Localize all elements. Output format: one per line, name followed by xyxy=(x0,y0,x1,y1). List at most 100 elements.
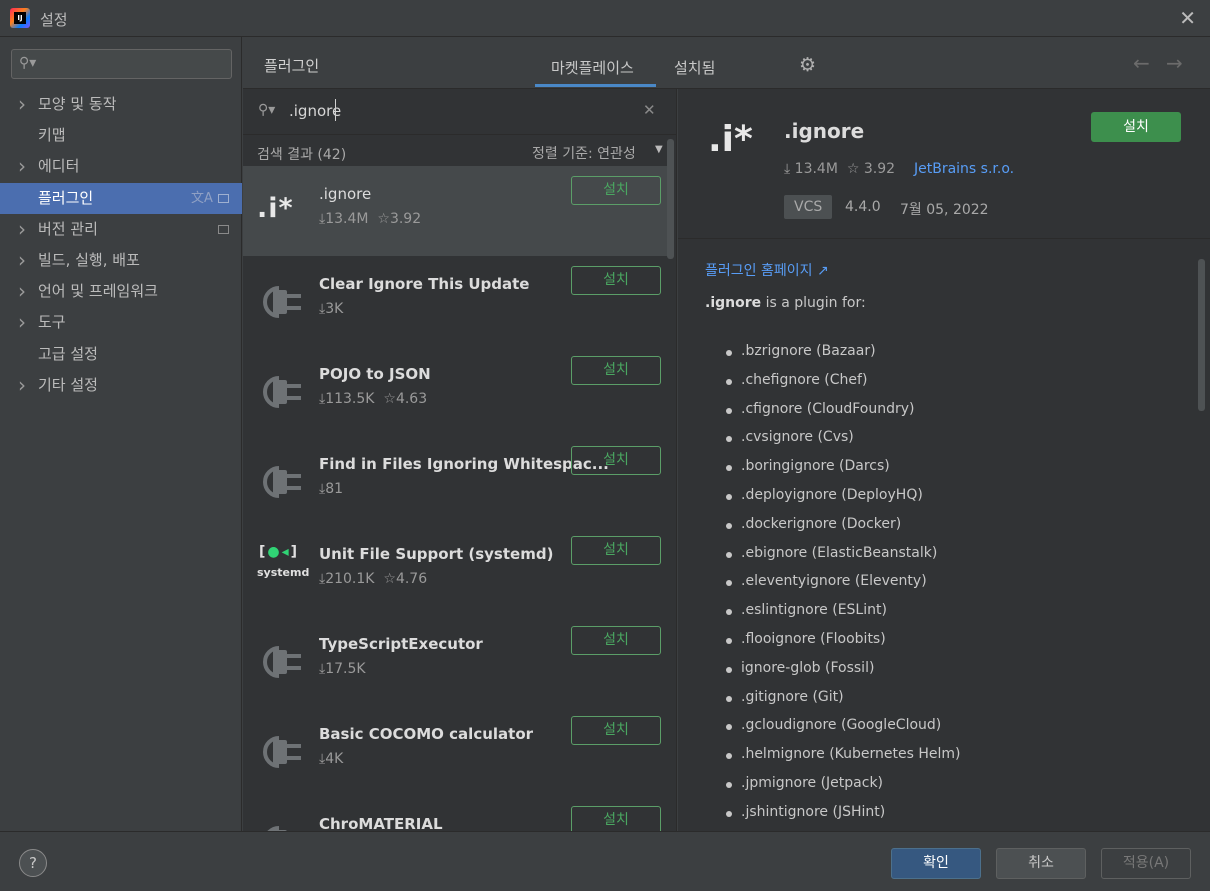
app-icon-text: IJ xyxy=(14,12,26,24)
chevron-right-icon[interactable]: › xyxy=(18,276,26,307)
plugin-downloads: 13.4M xyxy=(325,211,369,227)
chevron-right-icon[interactable]: › xyxy=(18,370,26,401)
plugin-name: Clear Ignore This Update xyxy=(319,275,530,293)
window-title: 설정 xyxy=(40,11,68,29)
close-icon[interactable]: ✕ xyxy=(1179,6,1196,30)
install-button[interactable]: 설치 xyxy=(571,446,661,475)
cancel-button[interactable]: 취소 xyxy=(996,848,1086,879)
sidebar-item-keymap[interactable]: 키맵 xyxy=(0,120,242,151)
sidebar-item-label: 고급 설정 xyxy=(38,344,98,363)
vendor-link[interactable]: JetBrains s.r.o. xyxy=(914,161,1014,177)
tab-installed[interactable]: 설치됨 xyxy=(674,57,715,78)
sidebar-item-plugins[interactable]: 플러그인 文A xyxy=(0,182,242,214)
ok-button[interactable]: 확인 xyxy=(891,848,981,879)
supported-formats-list: .bzrignore (Bazaar) .chefignore (Chef) .cf… xyxy=(726,343,960,831)
sidebar-item-version-control[interactable]: › 버전 관리 xyxy=(0,214,242,245)
chevron-right-icon[interactable]: › xyxy=(18,89,26,120)
plugin-homepage-link[interactable]: 플러그인 홈페이지 ↗ xyxy=(705,260,829,280)
dialog-footer: ? 확인 취소 적용(A) xyxy=(0,831,1210,891)
plugin-list-item[interactable]: [●◂] systemd Unit File Support (systemd) ⤓2… xyxy=(243,526,667,616)
text-caret xyxy=(335,99,336,121)
sidebar-item-tools[interactable]: › 도구 xyxy=(0,307,242,338)
list-item: .cvsignore (Cvs) xyxy=(726,429,960,458)
sidebar-item-build-execution-deployment[interactable]: › 빌드, 실행, 배포 xyxy=(0,245,242,276)
install-button[interactable]: 설치 xyxy=(571,536,661,565)
plugin-search-input[interactable]: .ignore xyxy=(289,102,341,120)
apply-button[interactable]: 적용(A) xyxy=(1101,848,1191,879)
list-item: .jshintignore (JSHint) xyxy=(726,804,960,831)
plugin-list-item[interactable]: TypeScriptExecutor ⤓17.5K 설치 xyxy=(243,616,667,706)
clear-search-icon[interactable]: ✕ xyxy=(643,101,656,119)
sidebar-item-other-settings[interactable]: › 기타 설정 xyxy=(0,370,242,401)
install-button[interactable]: 설치 xyxy=(571,806,661,831)
sort-dropdown[interactable]: 정렬 기준: 연관성 xyxy=(532,143,636,163)
sidebar-item-editor[interactable]: › 에디터 xyxy=(0,151,242,182)
chevron-right-icon[interactable]: › xyxy=(18,245,26,276)
install-button[interactable]: 설치 xyxy=(571,626,661,655)
sidebar-item-label: 에디터 xyxy=(38,157,80,176)
install-button[interactable]: 설치 xyxy=(571,716,661,745)
list-scrollbar[interactable] xyxy=(667,139,674,259)
plugin-list-item[interactable]: POJO to JSON ⤓113.5K ☆4.63 설치 xyxy=(243,346,667,436)
plugin-list-item[interactable]: .i* .ignore ⤓13.4M ☆3.92 설치 xyxy=(243,166,667,256)
settings-sidebar: ⚲▾ › 모양 및 동작 키맵 › 에디터 플러그인 文A › 버전 관리 › 빌드, 실행, 배포… xyxy=(0,37,242,831)
chevron-right-icon[interactable]: › xyxy=(18,214,26,245)
search-icon: ⚲▾ xyxy=(258,102,276,118)
plugin-rating: 3.92 xyxy=(389,211,422,227)
plugin-list-item[interactable]: Basic COCOMO calculator ⤓4K 설치 xyxy=(243,706,667,796)
detail-stats: ⤓ 13.4M ☆ 3.92 xyxy=(784,161,895,177)
plugin-version: 4.4.0 xyxy=(845,199,881,215)
help-button[interactable]: ? xyxy=(19,849,47,877)
plugin-stats: ⤓81 xyxy=(319,481,343,497)
chevron-right-icon[interactable]: › xyxy=(18,307,26,338)
detail-scrollbar[interactable] xyxy=(1198,259,1205,411)
plugin-list-item[interactable]: Clear Ignore This Update ⤓3K 설치 xyxy=(243,256,667,346)
systemd-logo-icon: [●◂] systemd xyxy=(257,544,310,579)
list-item: .ebignore (ElasticBeanstalk) xyxy=(726,545,960,574)
sidebar-item-label: 모양 및 동작 xyxy=(38,95,117,113)
detail-install-button[interactable]: 설치 xyxy=(1091,112,1181,142)
list-item: .eslintignore (ESLint) xyxy=(726,602,960,631)
plugin-plug-icon xyxy=(257,634,307,684)
list-item: .chefignore (Chef) xyxy=(726,372,960,401)
plugin-rating: 4.76 xyxy=(395,571,428,587)
plugin-name: ChroMATERIAL xyxy=(319,815,443,831)
list-item: ignore-glob (Fossil) xyxy=(726,660,960,689)
category-tag[interactable]: VCS xyxy=(784,195,833,219)
title-bar: IJ 설정 ✕ xyxy=(0,0,1210,37)
list-item: .gcloudignore (GoogleCloud) xyxy=(726,717,960,746)
list-item: .deployignore (DeployHQ) xyxy=(726,487,960,516)
sidebar-item-label: 플러그인 xyxy=(38,188,94,207)
plugin-stats: ⤓3K xyxy=(319,301,343,317)
sidebar-item-label: 빌드, 실행, 배포 xyxy=(38,251,140,269)
plugin-list-item[interactable]: ChroMATERIAL 설치 xyxy=(243,796,667,831)
sidebar-item-languages-frameworks[interactable]: › 언어 및 프레임워크 xyxy=(0,276,242,307)
plugin-list-item[interactable]: Find in Files Ignoring Whitespac... ⤓81 설치 xyxy=(243,436,667,526)
plugin-stats: ⤓17.5K xyxy=(319,661,366,677)
sidebar-item-appearance-behavior[interactable]: › 모양 및 동작 xyxy=(0,89,242,120)
sidebar-item-label: 도구 xyxy=(38,313,66,332)
install-button[interactable]: 설치 xyxy=(571,356,661,385)
install-button[interactable]: 설치 xyxy=(571,176,661,205)
gear-icon[interactable]: ⚙ xyxy=(799,54,816,76)
chevron-right-icon[interactable]: › xyxy=(18,151,26,182)
forward-arrow-icon[interactable]: → xyxy=(1166,51,1183,75)
description-bold: .ignore xyxy=(705,295,762,311)
plugin-stats: ⤓113.5K ☆4.63 xyxy=(319,391,427,407)
plugin-downloads: 4K xyxy=(325,751,344,767)
tab-marketplace[interactable]: 마켓플레이스 xyxy=(551,57,634,78)
list-item: .dockerignore (Docker) xyxy=(726,516,960,545)
sidebar-item-advanced-settings[interactable]: 고급 설정 xyxy=(0,339,242,370)
settings-search-input[interactable]: ⚲▾ xyxy=(11,49,232,79)
intellij-app-icon: IJ xyxy=(10,8,30,28)
project-level-icon xyxy=(218,224,229,234)
list-item: .bzrignore (Bazaar) xyxy=(726,343,960,372)
divider xyxy=(678,238,1210,239)
chevron-down-icon[interactable]: ▼ xyxy=(655,144,663,155)
back-arrow-icon[interactable]: ← xyxy=(1133,51,1150,75)
plugin-description: .ignore is a plugin for: xyxy=(705,295,866,311)
plugin-plug-icon xyxy=(257,724,307,774)
plugin-name: TypeScriptExecutor xyxy=(319,635,483,653)
install-button[interactable]: 설치 xyxy=(571,266,661,295)
plugin-search-box[interactable]: ⚲▾ .ignore ✕ xyxy=(243,89,676,135)
